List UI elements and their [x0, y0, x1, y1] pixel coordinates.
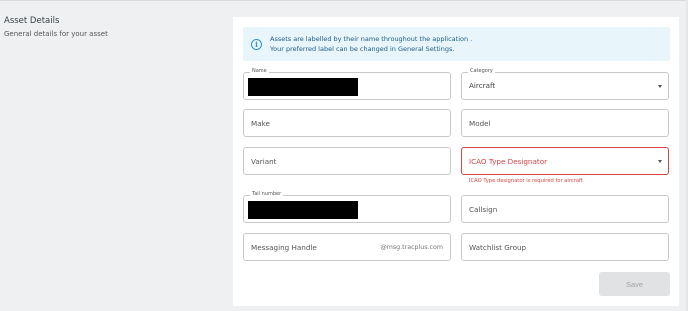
name-field[interactable]: Name [243, 68, 451, 100]
variant-field[interactable]: Variant [243, 147, 451, 175]
chevron-down-icon [658, 160, 662, 163]
save-button[interactable]: Save [599, 272, 670, 296]
top-divider [0, 0, 688, 1]
section-header: Asset Details General details for your a… [4, 16, 108, 38]
make-field[interactable]: Make [243, 109, 451, 137]
tail-number-value-redacted [248, 201, 358, 219]
variant-placeholder: Variant [251, 157, 277, 166]
name-label: Name [250, 68, 269, 74]
info-banner: i Assets are labelled by their name thro… [243, 27, 670, 61]
category-select[interactable]: Category Aircraft [461, 68, 669, 100]
category-value: Aircraft [469, 81, 496, 90]
section-title: Asset Details [4, 16, 60, 26]
model-placeholder: Model [469, 119, 491, 128]
icao-error-message: ICAO Type designator is required for air… [469, 178, 583, 184]
chevron-down-icon [658, 85, 662, 88]
watchlist-group-field[interactable]: Watchlist Group [461, 233, 669, 261]
info-line-2: Your preferred label can be changed in G… [270, 45, 455, 53]
icao-type-select[interactable]: ICAO Type Designator [461, 147, 669, 175]
info-line-1: Assets are labelled by their name throug… [270, 35, 473, 43]
messaging-handle-field[interactable]: Messaging Handle @msg.tracplus.com [243, 233, 451, 261]
section-subtitle: General details for your asset [4, 30, 108, 38]
model-field[interactable]: Model [461, 109, 669, 137]
icao-placeholder: ICAO Type Designator [469, 157, 548, 166]
messaging-suffix: @msg.tracplus.com [380, 244, 443, 251]
callsign-placeholder: Callsign [469, 205, 498, 214]
tail-number-label: Tail number [250, 191, 284, 197]
category-label: Category [468, 68, 495, 74]
callsign-field[interactable]: Callsign [461, 195, 669, 223]
tail-number-field[interactable]: Tail number [243, 191, 451, 223]
name-value-redacted [248, 78, 358, 96]
make-placeholder: Make [251, 119, 270, 128]
watchlist-placeholder: Watchlist Group [469, 243, 527, 252]
info-text: Assets are labelled by their name throug… [270, 34, 472, 54]
info-icon: i [251, 39, 262, 50]
messaging-placeholder: Messaging Handle [251, 243, 317, 252]
